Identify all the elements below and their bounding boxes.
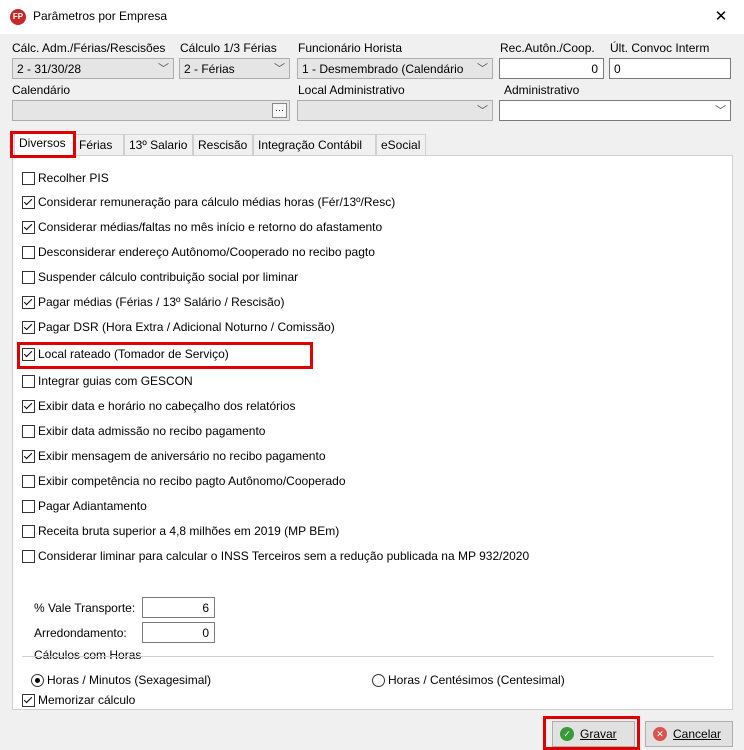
chevron-down-icon: ﹀ <box>477 105 488 117</box>
checkbox-label: Exibir competência no recibo pagto Autôn… <box>38 474 346 488</box>
checkbox-box[interactable] <box>22 221 35 234</box>
checkbox-label: Considerar remuneração para cálculo médi… <box>38 195 396 209</box>
funcionario-horista-select[interactable]: 1 - Desmembrado (Calendário ﹀ <box>297 58 493 79</box>
radio-label: Horas / Centésimos (Centesimal) <box>388 673 565 687</box>
checkbox-box[interactable] <box>22 400 35 413</box>
checkbox-label: Desconsiderar endereço Autônomo/Cooperad… <box>38 245 375 259</box>
checkbox-box[interactable] <box>22 425 35 438</box>
cancelar-button[interactable]: ✕ Cancelar <box>645 721 733 747</box>
cancelar-label: Cancelar <box>673 727 722 741</box>
checkbox-box[interactable] <box>22 196 35 209</box>
checkbox-box[interactable] <box>22 694 35 707</box>
vale-transporte-input[interactable]: 6 <box>142 597 215 618</box>
administrativo-label: Administrativo <box>504 83 580 97</box>
local-adm-select[interactable]: ﹀ <box>297 100 493 121</box>
chevron-down-icon: ﹀ <box>715 105 726 117</box>
dialog-window: FP Parâmetros por Empresa ✕ Cálc. Adm./F… <box>0 0 744 750</box>
cancel-circle-icon: ✕ <box>653 727 667 741</box>
tab-integracao-contabil[interactable]: Integração Contábil <box>253 134 376 155</box>
calc-adm-value: 2 - 31/30/28 <box>17 62 82 76</box>
checkbox-label: Pagar DSR (Hora Extra / Adicional Noturn… <box>38 320 335 334</box>
checkbox-label: Pagar médias (Férias / 13º Salário / Res… <box>38 295 285 309</box>
calculo-ferias-value: 2 - Férias <box>184 62 235 76</box>
highlight-local-rateado <box>17 342 313 369</box>
checkbox-label: Exibir mensagem de aniversário no recibo… <box>38 449 326 463</box>
checkbox-label: Exibir data admissão no recibo pagamento <box>38 424 266 438</box>
radio-label: Horas / Minutos (Sexagesimal) <box>47 673 212 687</box>
chevron-down-icon: ﹀ <box>477 63 488 75</box>
checkbox-box[interactable] <box>22 500 35 513</box>
checkbox-box[interactable] <box>22 246 35 259</box>
local-adm-label: Local Administrativo <box>298 83 405 97</box>
radio-dot[interactable] <box>31 674 44 687</box>
app-logo-icon: FP <box>10 9 26 25</box>
radio-dot[interactable] <box>372 674 385 687</box>
checkbox-label: Suspender cálculo contribuição social po… <box>38 270 299 284</box>
checkbox-label: Recolher PIS <box>38 171 109 185</box>
ult-convoc-label: Últ. Convoc Interm <box>610 41 710 55</box>
checkbox-box[interactable] <box>22 296 35 309</box>
calendario-input[interactable]: ··· <box>12 100 290 121</box>
checkbox-box[interactable] <box>22 450 35 463</box>
ult-convoc-value: 0 <box>614 62 621 76</box>
highlight-diversos-tab <box>10 131 76 158</box>
chevron-down-icon: ﹀ <box>274 63 285 75</box>
checkbox-label: Receita bruta superior a 4,8 milhões em … <box>38 524 340 538</box>
checkbox-box[interactable] <box>22 271 35 284</box>
checkbox-label: Exibir data e horário no cabeçalho dos r… <box>38 399 296 413</box>
checkbox-box[interactable] <box>22 525 35 538</box>
tab-esocial[interactable]: eSocial <box>376 134 426 155</box>
checkbox-label: Integrar guias com GESCON <box>38 374 193 388</box>
window-title: Parâmetros por Empresa <box>33 9 168 23</box>
checkbox-box[interactable] <box>22 375 35 388</box>
calc-adm-select[interactable]: 2 - 31/30/28 ﹀ <box>12 58 174 79</box>
highlight-gravar-button <box>543 716 640 750</box>
title-bar: FP Parâmetros por Empresa ✕ <box>0 0 744 34</box>
checkbox-label: Considerar liminar para calcular o INSS … <box>38 549 530 563</box>
calendario-label: Calendário <box>12 83 71 97</box>
ult-convoc-input[interactable]: 0 <box>609 58 731 79</box>
vale-transporte-value: 6 <box>202 601 209 615</box>
rec-auton-label: Rec.Autôn./Coop. <box>500 41 595 55</box>
checkbox-label: Memorizar cálculo <box>38 693 136 707</box>
calc-adm-label: Cálc. Adm./Férias/Rescisões <box>12 41 166 55</box>
close-button[interactable]: ✕ <box>698 0 744 34</box>
checkbox-box[interactable] <box>22 475 35 488</box>
checkbox-label: Considerar médias/faltas no mês início e… <box>38 220 383 234</box>
tab-13-salario[interactable]: 13º Salario <box>124 134 193 155</box>
arredondamento-label: Arredondamento: <box>34 626 127 640</box>
rec-auton-input[interactable]: 0 <box>499 58 604 79</box>
funcionario-horista-value: 1 - Desmembrado (Calendário <box>302 62 464 76</box>
calculo-ferias-label: Cálculo 1/3 Férias <box>180 41 277 55</box>
calculo-ferias-select[interactable]: 2 - Férias ﹀ <box>179 58 290 79</box>
vale-transporte-label: % Vale Transporte: <box>34 601 136 615</box>
rec-auton-value: 0 <box>591 62 598 76</box>
tab-ferias[interactable]: Férias <box>74 134 124 155</box>
arredondamento-value: 0 <box>202 626 209 640</box>
checkbox-box[interactable] <box>22 321 35 334</box>
administrativo-select[interactable]: ﹀ <box>499 100 731 121</box>
checkbox-label: Pagar Adiantamento <box>38 499 147 513</box>
checkbox-box[interactable] <box>22 172 35 185</box>
tab-rescisao[interactable]: Rescisão <box>193 134 253 155</box>
chevron-down-icon: ﹀ <box>158 63 169 75</box>
funcionario-horista-label: Funcionário Horista <box>298 41 403 55</box>
ellipsis-button[interactable]: ··· <box>272 103 287 118</box>
arredondamento-input[interactable]: 0 <box>142 622 215 643</box>
checkbox-box[interactable] <box>22 550 35 563</box>
